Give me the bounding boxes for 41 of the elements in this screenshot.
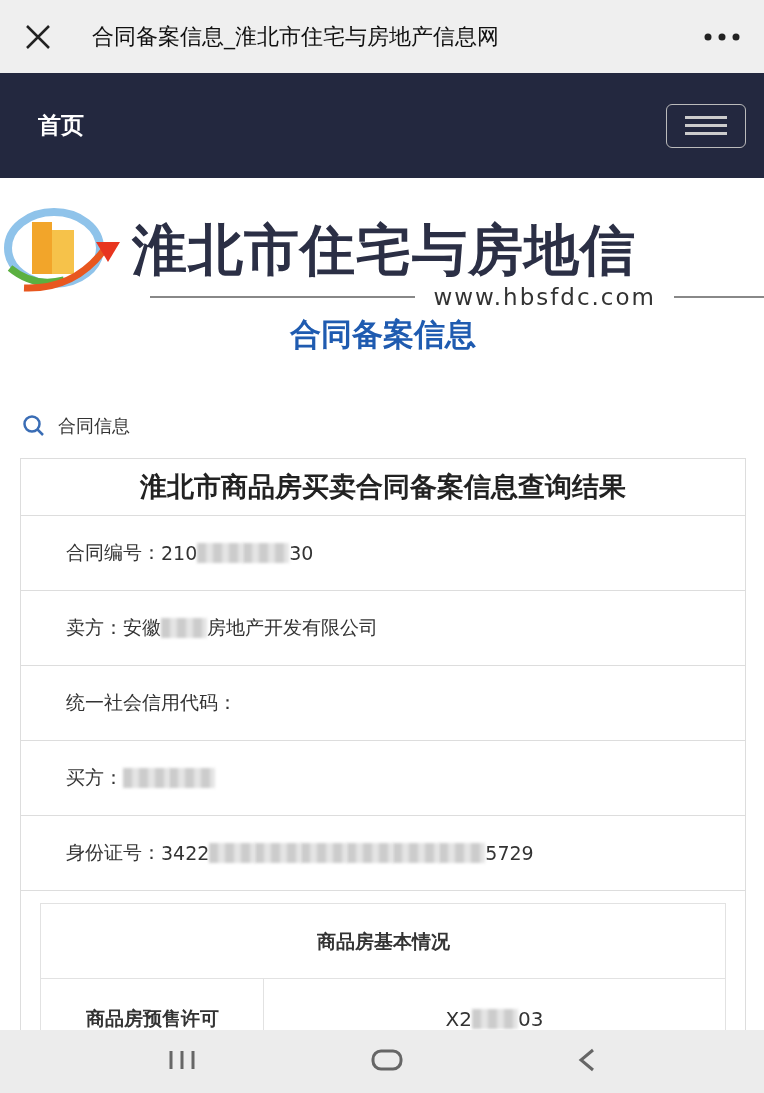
page-heading: 合同备案信息 [289, 315, 477, 354]
redaction-mark [301, 843, 348, 863]
field-label: 身份证号： [66, 840, 161, 865]
redaction-mark [209, 843, 256, 863]
home-link[interactable]: 首页 [38, 110, 84, 141]
site-url: www.hbsfdc.com [433, 284, 656, 310]
field-value: 房地产开发有限公司 [207, 615, 378, 640]
recents-icon [167, 1050, 196, 1070]
redaction-mark [393, 843, 440, 863]
redaction-mark [169, 768, 215, 788]
page-title: 合同备案信息_淮北市住宅与房地产信息网 [92, 22, 500, 52]
logo-icon [4, 208, 122, 294]
field-value: 210 [161, 542, 198, 564]
menu-button[interactable] [666, 103, 746, 148]
field-value: 5729 [485, 842, 534, 864]
site-name: 淮北市住宅与房地信 [132, 217, 636, 284]
redaction-mark [472, 1009, 518, 1029]
more-icon[interactable] [704, 32, 740, 41]
redaction-mark [123, 768, 169, 788]
field-value: 03 [518, 1007, 544, 1030]
home-icon [371, 1049, 403, 1071]
field-label: 合同编号： [66, 540, 161, 565]
field-value: X2 [445, 1007, 472, 1030]
redaction-mark [255, 843, 302, 863]
field-value: 30 [289, 542, 314, 564]
field-label: 卖方： [66, 615, 123, 640]
field-label: 买方： [66, 765, 123, 790]
redaction-mark [197, 543, 244, 563]
back-icon [578, 1048, 597, 1072]
field-value: 3422 [161, 842, 210, 864]
search-icon [22, 415, 46, 437]
field-value: 安徽 [123, 615, 161, 640]
breadcrumb-label: 合同信息 [58, 414, 130, 438]
card-title: 淮北市商品房买卖合同备案信息查询结果 [21, 459, 745, 516]
redaction-mark [439, 843, 486, 863]
table-title: 商品房基本情况 [41, 904, 725, 979]
redaction-mark [243, 543, 290, 563]
redaction-mark [347, 843, 394, 863]
close-icon[interactable] [24, 22, 52, 51]
redaction-mark [161, 618, 207, 638]
field-label: 统一社会信用代码： [66, 690, 237, 715]
